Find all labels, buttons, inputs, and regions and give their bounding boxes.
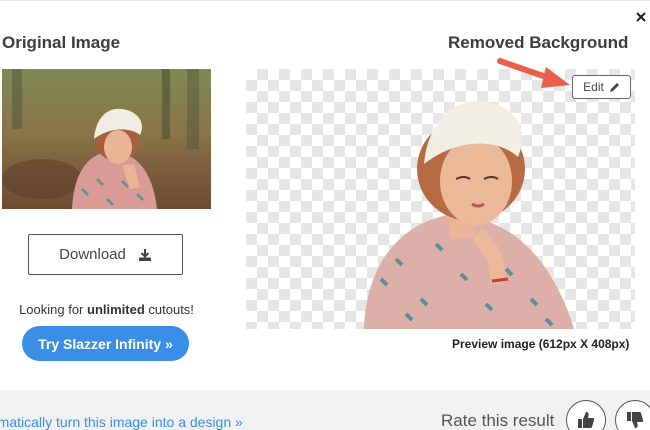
chevron-right-icon: » — [165, 335, 173, 352]
pencil-icon — [609, 82, 619, 92]
top-divider — [0, 0, 650, 1]
chevron-right-icon: » — [235, 414, 243, 430]
removed-background-title: Removed Background — [448, 33, 629, 52]
thumbs-up-icon — [578, 412, 595, 428]
thumbs-down-button[interactable] — [615, 400, 650, 430]
edit-label: Edit — [583, 80, 604, 94]
try-slazzer-infinity-button[interactable]: Try Slazzer Infinity » — [22, 326, 189, 361]
close-button[interactable] — [634, 10, 648, 24]
download-button[interactable]: Download — [28, 234, 183, 275]
try-label: Try Slazzer Infinity — [38, 335, 162, 352]
thumbs-down-icon — [627, 412, 644, 428]
design-link-label: tomatically turn this image into a desig… — [0, 414, 232, 430]
rate-result-label: Rate this result — [441, 411, 555, 430]
pointer-arrow-icon — [497, 58, 570, 88]
original-image-title: Original Image — [2, 33, 121, 52]
edit-button[interactable]: Edit — [572, 75, 631, 99]
preview-caption: Preview image (612px X 408px) — [452, 337, 630, 351]
download-icon — [138, 248, 151, 261]
removed-background-image — [246, 69, 635, 329]
close-icon — [636, 12, 646, 22]
download-label: Download — [59, 246, 126, 263]
design-link[interactable]: tomatically turn this image into a desig… — [0, 414, 243, 430]
promo-text: Looking for unlimited cutouts! — [19, 302, 194, 317]
original-image — [2, 69, 211, 209]
